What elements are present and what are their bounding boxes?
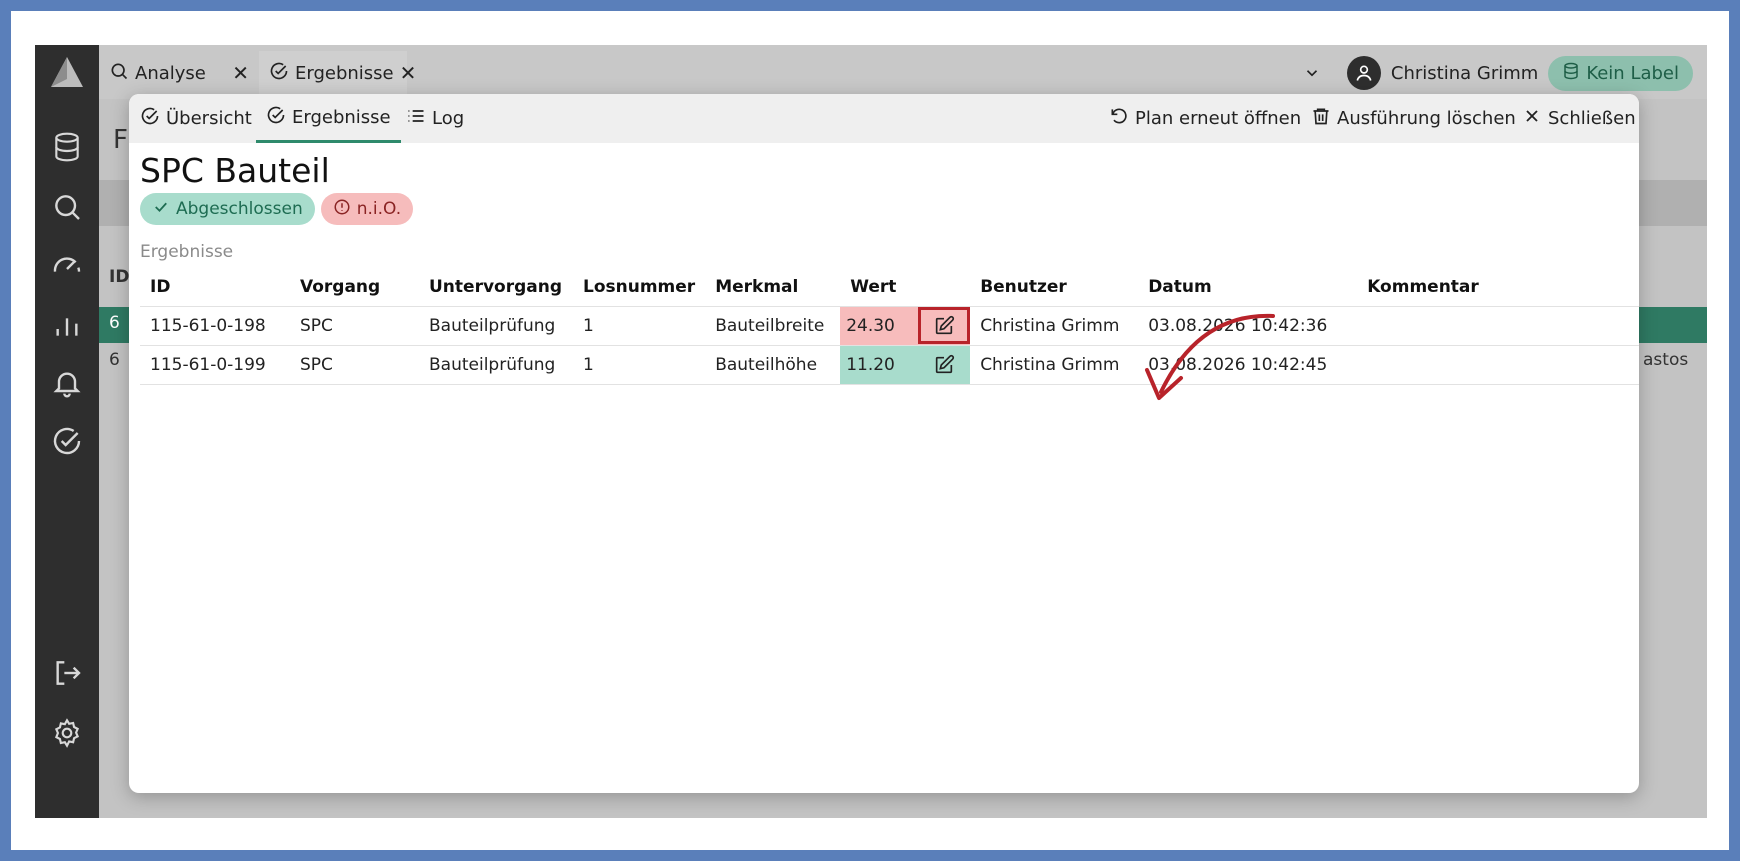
tab-label: Ergebnisse <box>292 106 391 128</box>
cell-kommentar <box>1357 344 1639 385</box>
cell-kommentar <box>1357 305 1639 345</box>
edit-value-cell <box>918 305 971 345</box>
column-header[interactable]: Wert <box>840 268 970 306</box>
delete-execution-label: Ausführung löschen <box>1337 108 1516 129</box>
cell-vorgang: SPC <box>290 305 419 345</box>
tab-label: Übersicht <box>166 108 252 129</box>
app-logo-icon[interactable] <box>49 55 85 89</box>
search-icon[interactable] <box>51 191 83 223</box>
check-circle-icon <box>266 105 286 130</box>
cell-id: 115-61-0-199 <box>140 344 290 385</box>
modal-toolbar: Übersicht Ergebnisse Log Plan erneut öff… <box>129 94 1639 143</box>
edit-value-button[interactable] <box>918 346 970 383</box>
cell-id: 115-61-0-198 <box>140 305 290 345</box>
settings-gear-icon[interactable] <box>51 717 83 749</box>
result-badge: n.i.O. <box>320 193 414 225</box>
cell-untervorgang: Bauteilprüfung <box>419 344 573 385</box>
delete-execution-button[interactable]: Ausführung löschen <box>1311 94 1516 143</box>
label-pill[interactable]: Kein Label <box>1548 55 1693 91</box>
database-icon[interactable] <box>51 131 83 163</box>
result-badge-label: n.i.O. <box>356 199 402 219</box>
section-label: Ergebnisse <box>140 242 234 262</box>
close-icon[interactable]: ✕ <box>400 61 417 85</box>
table-header-row: ID Vorgang Untervorgang Losnummer Merkma… <box>140 268 1639 306</box>
check-circle-icon[interactable] <box>51 425 83 457</box>
reopen-plan-label: Plan erneut öffnen <box>1135 108 1302 129</box>
gauge-icon[interactable] <box>51 249 83 281</box>
reopen-plan-button[interactable]: Plan erneut öffnen <box>1109 94 1301 143</box>
close-button[interactable]: Schließen <box>1522 94 1636 143</box>
tab-label: Analyse <box>135 62 206 84</box>
cell-vorgang: SPC <box>290 344 419 385</box>
tab-uebersicht[interactable]: Übersicht <box>140 94 252 143</box>
user-name[interactable]: Christina Grimm <box>1391 63 1538 84</box>
bar-chart-icon[interactable] <box>51 309 83 341</box>
search-icon <box>109 61 129 86</box>
database-icon <box>1562 62 1580 85</box>
table-row[interactable]: 115-61-0-199 SPC Bauteilprüfung 1 Bautei… <box>140 344 1639 385</box>
close-icon[interactable]: ✕ <box>232 61 249 85</box>
results-table: ID Vorgang Untervorgang Losnummer Merkma… <box>140 268 1639 385</box>
list-icon <box>406 106 426 131</box>
edit-icon <box>936 354 955 373</box>
undo-icon <box>1109 106 1129 131</box>
cell-benutzer: Christina Grimm <box>970 344 1139 385</box>
top-bar: Analyse ✕ Ergebnisse ✕ Christina Grimm K… <box>99 45 1707 99</box>
tab-analyse[interactable]: Analyse ✕ <box>109 51 259 95</box>
tab-log[interactable]: Log <box>406 94 464 143</box>
avatar[interactable] <box>1346 56 1381 90</box>
sidebar <box>35 45 99 818</box>
column-header[interactable]: Losnummer <box>573 268 705 306</box>
bell-icon[interactable] <box>51 367 83 399</box>
tab-ergebnisse[interactable]: Ergebnisse <box>256 94 401 143</box>
check-circle-icon <box>269 61 289 86</box>
edit-icon <box>936 315 955 334</box>
background-row-text: 6 <box>109 313 120 333</box>
column-header[interactable]: Kommentar <box>1357 268 1639 306</box>
cell-wert: 24.30 <box>840 305 919 345</box>
background-row-text: astos <box>1643 350 1689 370</box>
tab-label: Ergebnisse <box>295 62 394 84</box>
tab-label: Log <box>432 108 465 129</box>
cell-untervorgang: Bauteilprüfung <box>419 305 573 345</box>
close-icon <box>1522 106 1542 131</box>
chevron-down-icon[interactable] <box>1303 64 1321 82</box>
column-header[interactable]: Untervorgang <box>419 268 573 306</box>
cell-merkmal: Bauteilhöhe <box>705 344 841 385</box>
cell-losnummer: 1 <box>573 305 706 345</box>
background-row-text: 6 <box>109 350 120 370</box>
column-header[interactable]: Datum <box>1138 268 1357 306</box>
label-pill-text: Kein Label <box>1586 62 1679 84</box>
screenshot-frame: Analyse ✕ Ergebnisse ✕ Christina Grimm K… <box>11 11 1729 850</box>
cell-wert: 11.20 <box>840 344 919 385</box>
cell-losnummer: 1 <box>573 344 706 385</box>
result-modal: Übersicht Ergebnisse Log Plan erneut öff… <box>129 94 1639 793</box>
check-icon <box>152 198 170 221</box>
background-page-title: F <box>113 125 128 155</box>
edit-value-button[interactable] <box>918 307 971 344</box>
cell-benutzer: Christina Grimm <box>970 305 1139 345</box>
column-header[interactable]: Benutzer <box>970 268 1138 306</box>
alert-circle-icon <box>333 198 351 221</box>
edit-value-cell <box>918 344 971 385</box>
status-badge-label: Abgeschlossen <box>176 199 303 219</box>
table-row[interactable]: 115-61-0-198 SPC Bauteilprüfung 1 Bautei… <box>140 305 1639 345</box>
trash-icon <box>1311 106 1331 131</box>
annotation-arrow-icon <box>1145 313 1275 400</box>
cell-merkmal: Bauteilbreite <box>705 305 841 345</box>
column-header[interactable]: Merkmal <box>705 268 840 306</box>
column-header[interactable]: ID <box>140 268 290 306</box>
page-title: SPC Bauteil <box>140 151 330 190</box>
column-header[interactable]: Vorgang <box>290 268 419 306</box>
tab-ergebnisse[interactable]: Ergebnisse ✕ <box>259 51 416 95</box>
status-badge: Abgeschlossen <box>140 193 315 225</box>
close-label: Schließen <box>1548 108 1636 129</box>
background-column-header: ID <box>109 267 130 287</box>
logout-icon[interactable] <box>51 657 83 689</box>
check-circle-icon <box>140 106 160 131</box>
